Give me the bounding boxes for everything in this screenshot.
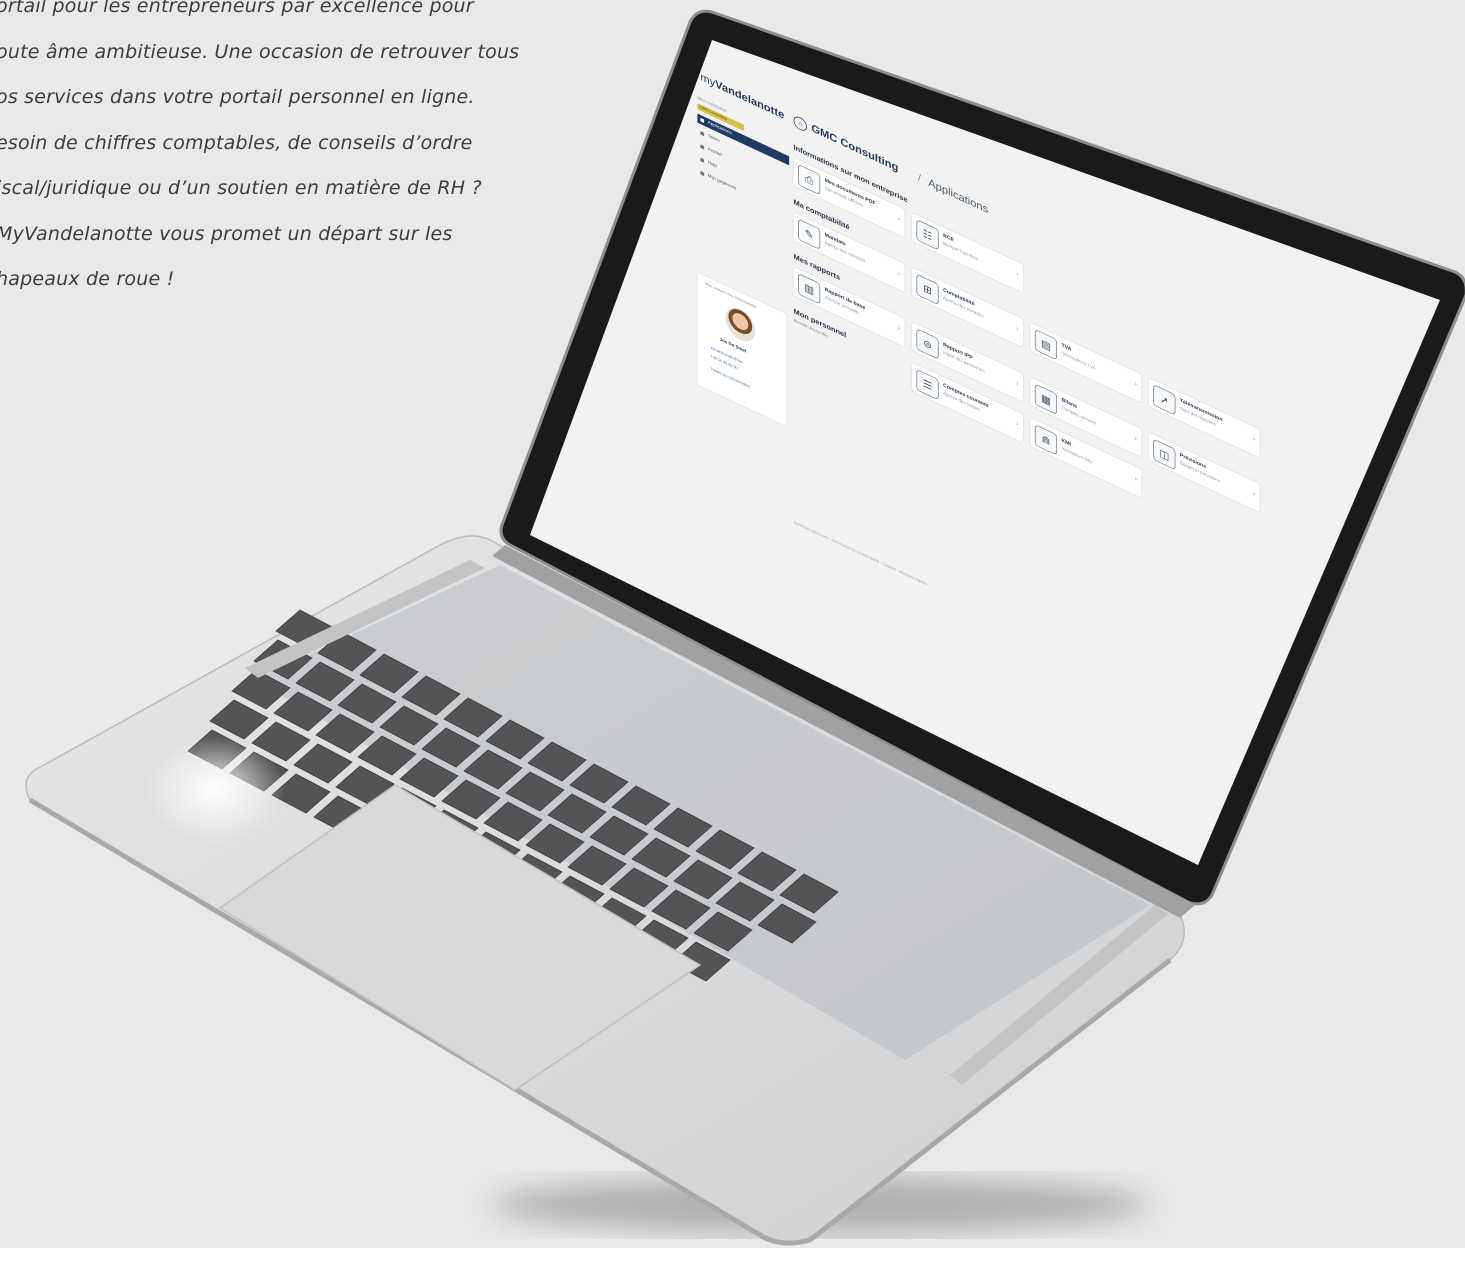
contact-details-link[interactable]: Toutes les coordonnées <box>711 367 750 389</box>
palm-glare <box>145 735 285 845</box>
avatar <box>725 302 756 347</box>
contact-card: Mon contact chez Vandelanotte Jos De Sme… <box>697 272 787 426</box>
chevron-right-icon: › <box>1134 379 1137 389</box>
chevron-right-icon: › <box>1252 434 1256 444</box>
user-icon <box>700 170 705 177</box>
calculator-icon: ⊞ <box>916 273 939 306</box>
chevron-right-icon: › <box>897 323 901 333</box>
chevron-right-icon: › <box>1016 324 1019 334</box>
report-icon: ▥ <box>798 273 821 305</box>
chevron-right-icon: › <box>1134 474 1137 484</box>
app-subtitle: Indicateurs clés <box>1061 446 1093 465</box>
app-subtitle: Comptes annuels <box>1061 405 1097 427</box>
tax-report-icon: ⊜ <box>916 328 939 360</box>
contact-label: Mon contact chez Vandelanotte <box>704 281 757 310</box>
balance-icon: ▦ <box>1034 383 1058 415</box>
mandate-icon: ✎ <box>798 218 821 250</box>
chevron-right-icon: › <box>1252 489 1256 499</box>
ledger-icon: ☰ <box>916 368 939 401</box>
chevron-right-icon: › <box>1016 419 1019 429</box>
chevron-right-icon: › <box>897 214 901 224</box>
chevron-right-icon: › <box>1016 379 1019 388</box>
app-subtitle: Banque-Carrefour <box>943 241 979 263</box>
chevron-right-icon: › <box>1016 269 1019 279</box>
company-icon: ⌂ <box>793 114 807 134</box>
app-title: KMI <box>1061 437 1071 448</box>
help-icon <box>700 157 705 163</box>
transmission-icon: ➚ <box>1153 384 1176 416</box>
registry-icon: ☷ <box>916 219 939 251</box>
breadcrumb-separator: / <box>917 171 922 185</box>
app-subtitle: Déclarations TVA <box>1061 351 1096 372</box>
magnet-icon: ⋒ <box>1034 424 1058 456</box>
grid-icon <box>700 117 705 123</box>
archive-icon <box>700 144 705 150</box>
logo-prefix: my <box>700 70 716 90</box>
task-icon <box>700 131 705 137</box>
sidebar-item-label: Archief <box>707 147 722 158</box>
sidebar-item-label: Taken <box>707 133 720 144</box>
forecast-icon: ◫ <box>1153 438 1176 471</box>
vat-icon: ▤ <box>1034 328 1058 361</box>
document-icon: ⎙ <box>798 163 821 196</box>
chevron-right-icon: › <box>1134 434 1137 444</box>
chevron-right-icon: › <box>897 269 901 279</box>
sidebar-item-label: Hulp <box>707 160 717 169</box>
